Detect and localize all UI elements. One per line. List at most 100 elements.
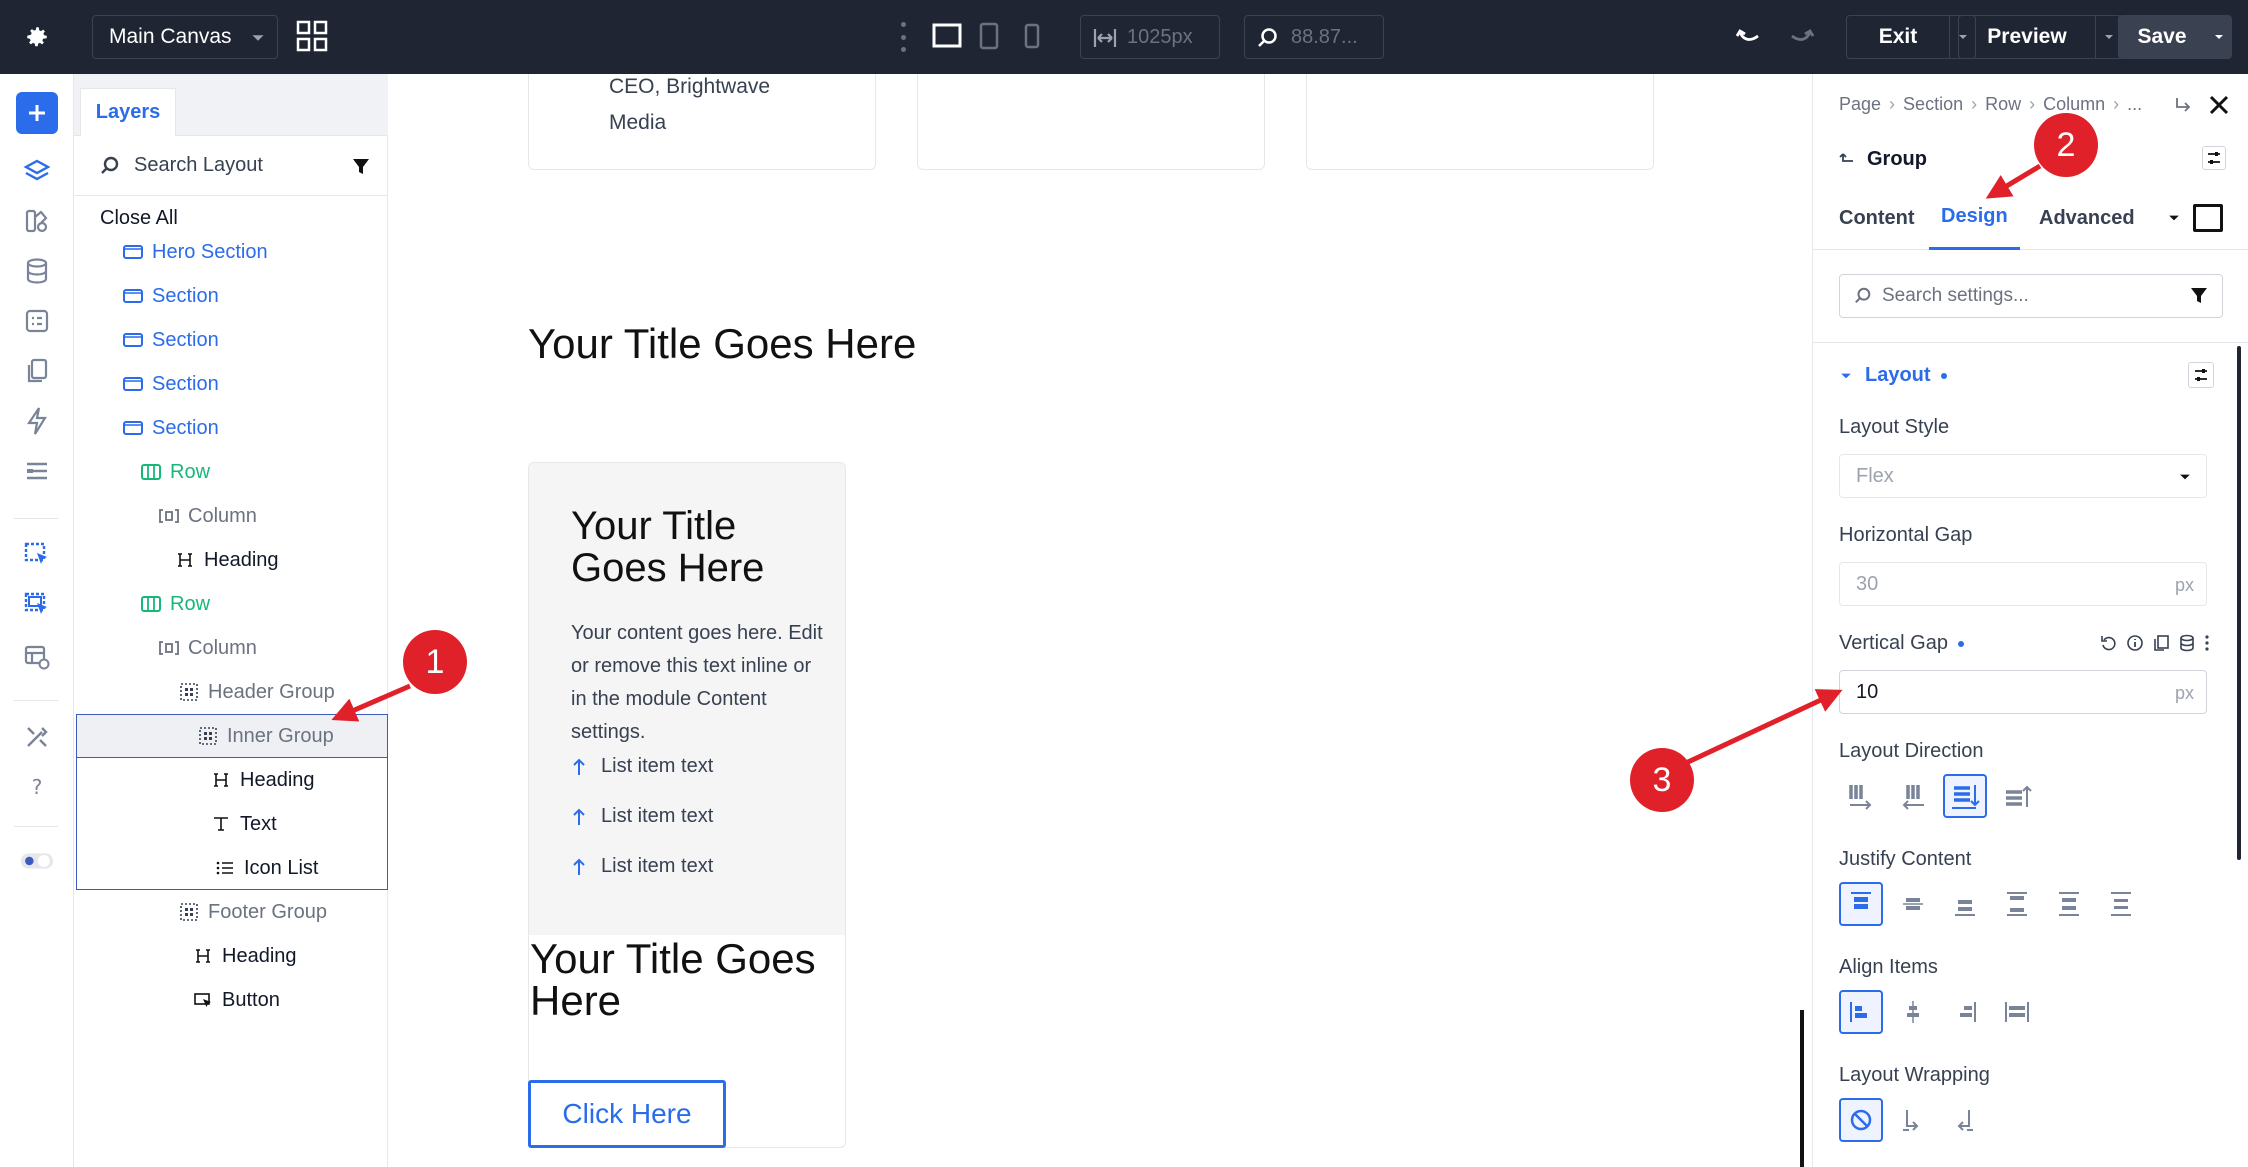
grid-layout-icon[interactable] (296, 20, 328, 52)
horizontal-gap-input[interactable]: 30 px (1839, 562, 2207, 606)
theme-toggle-icon[interactable] (20, 844, 54, 878)
desktop-view-icon[interactable] (932, 22, 962, 50)
align-stretch-icon[interactable] (1995, 990, 2039, 1034)
layer-heading[interactable]: Heading (74, 538, 388, 582)
breadcrumb-item[interactable]: Column (2043, 94, 2105, 115)
layer-icon-list[interactable]: Icon List (74, 846, 388, 890)
footer-group-heading[interactable]: Your Title Goes Here (530, 938, 850, 1022)
info-icon[interactable] (2126, 634, 2144, 652)
undo-icon[interactable] (1734, 22, 1762, 50)
testimonial-card[interactable]: CEO, Brightwave Media (528, 74, 876, 170)
close-icon[interactable] (2208, 94, 2230, 116)
direction-row-reverse-icon[interactable] (1891, 774, 1935, 818)
layer-column[interactable]: Column (74, 626, 388, 670)
tab-layers[interactable]: Layers (80, 88, 176, 136)
tab-design[interactable]: Design (1929, 186, 2020, 250)
list-layout-icon[interactable] (20, 454, 54, 488)
add-icon[interactable] (16, 92, 58, 134)
canvas-select[interactable]: Main Canvas (92, 15, 278, 59)
help-icon[interactable]: ? (20, 770, 54, 804)
layer-header-group[interactable]: Header Group (74, 670, 388, 714)
filter-icon[interactable] (2190, 287, 2208, 305)
group-module[interactable]: Your Title Goes Here Your content goes h… (528, 462, 846, 1148)
settings-search-input[interactable]: Search settings... (1839, 274, 2223, 318)
reset-icon[interactable] (2100, 634, 2118, 652)
align-start-icon[interactable] (1839, 990, 1883, 1034)
layout-presets-icon[interactable] (2188, 362, 2214, 388)
section-title[interactable]: Your Title Goes Here (528, 320, 916, 368)
direction-row-icon[interactable] (1839, 774, 1883, 818)
canvas-width-field[interactable]: 1025px (1080, 15, 1220, 59)
exit-button[interactable]: Exit (1846, 15, 1976, 59)
panel-mode-icon[interactable] (2193, 204, 2223, 232)
zoom-field[interactable]: 88.87... (1244, 15, 1384, 59)
direction-column-icon[interactable] (1943, 774, 1987, 818)
tablet-view-icon[interactable] (978, 22, 1000, 50)
layer-section[interactable]: Section (74, 318, 388, 362)
layer-section[interactable]: Section (74, 274, 388, 318)
save-button[interactable]: Save (2118, 15, 2232, 59)
wrap-icon[interactable] (1891, 1098, 1935, 1142)
return-arrow-icon[interactable] (2174, 96, 2192, 114)
settings-scrollbar[interactable] (2237, 346, 2241, 860)
layer-hero-section[interactable]: Hero Section (74, 230, 388, 274)
layer-row[interactable]: Row (74, 582, 388, 626)
layout-preview-icon[interactable] (20, 640, 54, 674)
presets-icon[interactable] (2202, 146, 2226, 170)
justify-space-around-icon[interactable] (2047, 882, 2091, 926)
breadcrumb-item[interactable]: Row (1985, 94, 2021, 115)
dynamic-content-icon[interactable] (2178, 634, 2196, 652)
inner-group-heading[interactable]: Your Title Goes Here (571, 505, 821, 589)
layer-heading[interactable]: Heading (74, 934, 388, 978)
redo-icon[interactable] (1788, 22, 1816, 50)
justify-end-icon[interactable] (1943, 882, 1987, 926)
tools-icon[interactable] (20, 720, 54, 754)
testimonial-card[interactable] (917, 74, 1265, 170)
back-arrow-icon[interactable] (1839, 152, 1855, 168)
breadcrumb-item[interactable]: Section (1903, 94, 1963, 115)
tab-content[interactable]: Content (1839, 186, 1915, 250)
filter-icon[interactable] (352, 158, 370, 176)
more-options-icon[interactable] (2204, 634, 2210, 652)
layout-style-select[interactable]: Flex (1839, 454, 2207, 498)
layer-column[interactable]: Column (74, 494, 388, 538)
more-options-icon[interactable] (900, 22, 906, 52)
layer-section[interactable]: Section (74, 406, 388, 450)
canvas-scrollbar[interactable] (1800, 1010, 1804, 1167)
list-item[interactable]: List item text (571, 855, 713, 878)
inner-group-text[interactable]: Your content goes here. Edit or remove t… (571, 617, 831, 749)
breadcrumb-item[interactable]: ... (2127, 94, 2142, 115)
layer-text[interactable]: Text (74, 802, 388, 846)
click-here-button[interactable]: Click Here (528, 1080, 726, 1148)
list-item[interactable]: List item text (571, 805, 713, 828)
no-wrap-icon[interactable] (1839, 1098, 1883, 1142)
form-icon[interactable] (20, 304, 54, 338)
justify-center-icon[interactable] (1891, 882, 1935, 926)
layer-row[interactable]: Row (74, 450, 388, 494)
justify-start-icon[interactable] (1839, 882, 1883, 926)
layers-search[interactable]: Search Layout (74, 136, 388, 196)
select-parent-icon[interactable] (20, 588, 54, 622)
phone-view-icon[interactable] (1022, 22, 1042, 50)
pages-icon[interactable] (20, 354, 54, 388)
vertical-gap-input[interactable]: 10 px (1839, 670, 2207, 714)
preview-button[interactable]: Preview (1958, 15, 2122, 59)
layer-section[interactable]: Section (74, 362, 388, 406)
justify-space-evenly-icon[interactable] (2099, 882, 2143, 926)
layout-group-header[interactable]: Layout (1839, 364, 1947, 387)
caret-down-icon[interactable] (2167, 212, 2181, 224)
tab-advanced[interactable]: Advanced (2039, 186, 2135, 250)
save-dropdown-icon[interactable] (2205, 16, 2231, 58)
wrap-reverse-icon[interactable] (1943, 1098, 1987, 1142)
layers-icon[interactable] (20, 154, 54, 188)
direction-column-reverse-icon[interactable] (1995, 774, 2039, 818)
testimonial-card[interactable] (1306, 74, 1654, 170)
copy-icon[interactable] (2152, 634, 2170, 652)
database-icon[interactable] (20, 254, 54, 288)
layer-footer-group[interactable]: Footer Group (74, 890, 388, 934)
layer-heading[interactable]: Heading (74, 758, 388, 802)
settings-gear-icon[interactable] (0, 0, 74, 74)
lightning-icon[interactable] (20, 404, 54, 438)
inner-group[interactable]: Your Title Goes Here Your content goes h… (529, 463, 845, 935)
list-item[interactable]: List item text (571, 755, 713, 778)
